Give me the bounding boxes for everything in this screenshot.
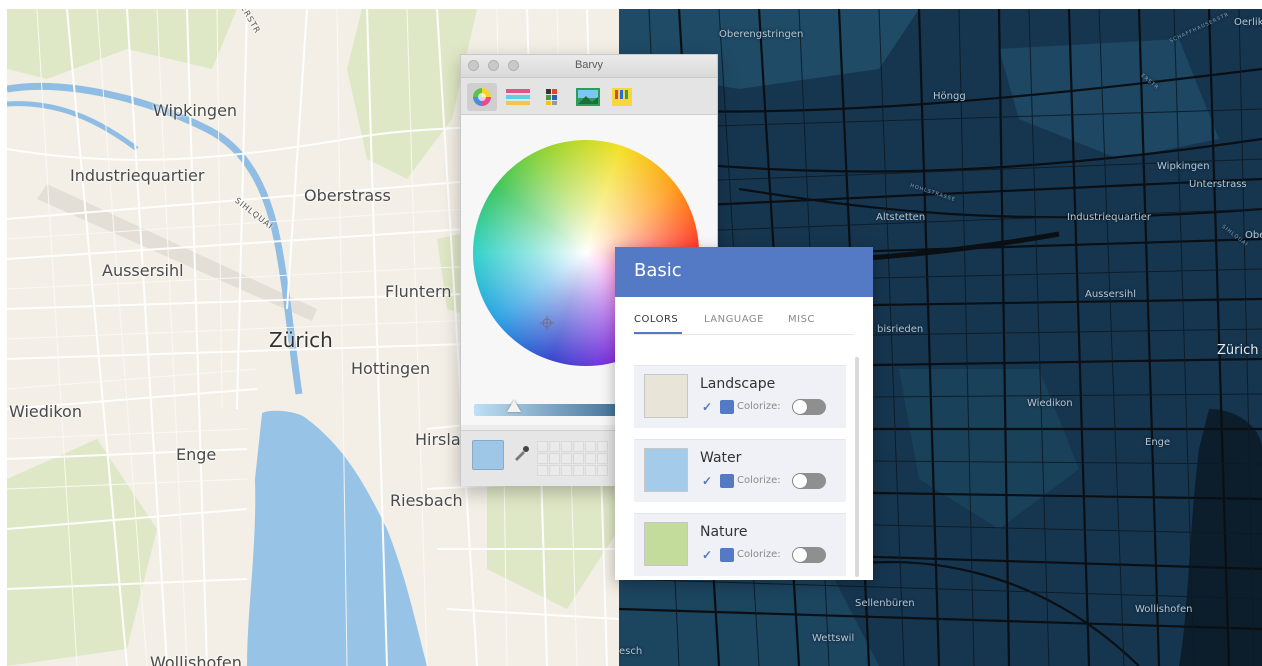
label-obe[interactable]: Obe (1245, 230, 1262, 241)
tab-colors[interactable]: COLORS (634, 314, 678, 325)
layer-card-landscape: Landscape ✓ Colorize: (634, 365, 846, 428)
label-unterstrass[interactable]: Unterstrass (1189, 179, 1247, 190)
label-hongg[interactable]: Höngg (933, 91, 966, 102)
layer-card-water: Water ✓ Colorize: (634, 439, 846, 502)
swatch-cell[interactable] (585, 453, 596, 464)
color-palettes-icon[interactable] (539, 83, 569, 111)
label-aussersihl[interactable]: Aussersihl (102, 261, 184, 280)
swatch-cell[interactable] (549, 465, 560, 476)
label-aussersihl-dark[interactable]: Aussersihl (1085, 289, 1136, 300)
eyedropper-icon[interactable] (512, 444, 530, 462)
basic-style-panel: Basic COLORS LANGUAGE MISC Landscape ✓ C… (615, 247, 873, 580)
label-fluntern[interactable]: Fluntern (385, 282, 451, 301)
brightness-slider-knob[interactable] (507, 400, 521, 412)
colorize-label: Colorize: (737, 401, 781, 412)
swatch-cell[interactable] (597, 465, 608, 476)
label-oberstrass[interactable]: Oberstrass (304, 186, 391, 205)
color-wheel-crosshair[interactable] (540, 316, 554, 330)
label-sellenburen[interactable]: Sellenbüren (855, 598, 915, 609)
label-wollishofen[interactable]: Wollishofen (150, 653, 242, 666)
swatch-cell[interactable] (597, 441, 608, 452)
label-wipkingen[interactable]: Wipkingen (153, 101, 237, 120)
swatch-cell[interactable] (585, 465, 596, 476)
screenshot-stage: ERSTR Wipkingen Industriequartier SIHLQU… (7, 9, 1262, 666)
image-palette-icon[interactable] (573, 83, 603, 111)
tab-language[interactable]: LANGUAGE (704, 314, 764, 325)
swatch-cell[interactable] (561, 441, 572, 452)
colorize-label: Colorize: (737, 549, 781, 560)
colorize-label: Colorize: (737, 475, 781, 486)
label-wiedikon-dark[interactable]: Wiedikon (1027, 398, 1073, 409)
crayons-icon[interactable] (607, 83, 637, 111)
swatch-cell[interactable] (573, 441, 584, 452)
active-tab-indicator (634, 332, 682, 334)
colorize-toggle[interactable] (792, 399, 826, 415)
swatch-cell[interactable] (561, 453, 572, 464)
label-altstetten[interactable]: Altstetten (876, 212, 925, 223)
visibility-checkbox[interactable]: ✓ (702, 549, 715, 562)
layer-name: Water (700, 450, 742, 466)
label-albisrieden[interactable]: bisrieden (877, 324, 923, 335)
swatch-cell[interactable] (549, 441, 560, 452)
label-oberengstringen[interactable]: Oberengstringen (719, 29, 803, 40)
color-mode-toolbar (461, 78, 717, 115)
tab-misc[interactable]: MISC (788, 314, 815, 325)
basic-panel-header: Basic (615, 247, 873, 297)
selected-color-swatch[interactable] (472, 440, 504, 470)
layer-color-swatch[interactable] (644, 448, 688, 492)
brightness-slider[interactable] (474, 400, 624, 416)
label-wipkingen-dark[interactable]: Wipkingen (1157, 161, 1210, 172)
layer-color-swatch[interactable] (644, 522, 688, 566)
color-sliders-icon[interactable] (503, 83, 533, 111)
label-industriequartier-dark[interactable]: Industriequartier (1067, 212, 1151, 223)
color-wheel-icon[interactable] (467, 83, 497, 111)
swatch-cell[interactable] (537, 465, 548, 476)
visibility-checkbox[interactable]: ✓ (702, 401, 715, 414)
label-enge[interactable]: Enge (176, 445, 216, 464)
label-hottingen[interactable]: Hottingen (351, 359, 430, 378)
label-zurich-dark[interactable]: Zürich (1217, 343, 1259, 358)
label-wollishofen-dark[interactable]: Wollishofen (1135, 604, 1192, 615)
tabs-divider (634, 334, 854, 335)
visibility-checkbox[interactable]: ✓ (702, 475, 715, 488)
label-wettswil[interactable]: Wettswil (812, 633, 854, 644)
basic-panel-tabs: COLORS LANGUAGE MISC (615, 297, 873, 337)
basic-panel-title: Basic (634, 260, 682, 281)
swatch-cell[interactable] (561, 465, 572, 476)
swatch-cell[interactable] (573, 453, 584, 464)
label-wiedikon[interactable]: Wiedikon (9, 402, 82, 421)
color-picker-title: Barvy (574, 59, 604, 71)
panel-scrollbar[interactable] (855, 357, 859, 577)
label-riesbach[interactable]: Riesbach (390, 491, 463, 510)
swatch-cell[interactable] (597, 453, 608, 464)
label-zurich[interactable]: Zürich (269, 328, 333, 352)
layer-name: Nature (700, 524, 748, 540)
swatch-cell[interactable] (537, 453, 548, 464)
label-hirsla[interactable]: Hirsla (415, 430, 461, 449)
color-swatch-grid[interactable] (537, 441, 617, 477)
swatch-cell[interactable] (573, 465, 584, 476)
reset-color-icon[interactable] (720, 548, 734, 562)
label-esch[interactable]: esch (619, 646, 642, 657)
color-layer-list: Landscape ✓ Colorize: Water ✓ Colorize: … (634, 355, 846, 580)
color-picker-titlebar[interactable]: Barvy (461, 55, 717, 78)
swatch-cell[interactable] (585, 441, 596, 452)
colorize-toggle[interactable] (792, 473, 826, 489)
reset-color-icon[interactable] (720, 474, 734, 488)
colorize-toggle[interactable] (792, 547, 826, 563)
layer-card-nature: Nature ✓ Colorize: (634, 513, 846, 576)
swatch-cell[interactable] (537, 441, 548, 452)
swatch-cell[interactable] (549, 453, 560, 464)
layer-name: Landscape (700, 376, 776, 392)
reset-color-icon[interactable] (720, 400, 734, 414)
label-enge-dark[interactable]: Enge (1145, 437, 1170, 448)
layer-color-swatch[interactable] (644, 374, 688, 418)
label-industriequartier[interactable]: Industriequartier (70, 166, 204, 185)
label-oerliko[interactable]: Oerliko (1234, 17, 1262, 28)
